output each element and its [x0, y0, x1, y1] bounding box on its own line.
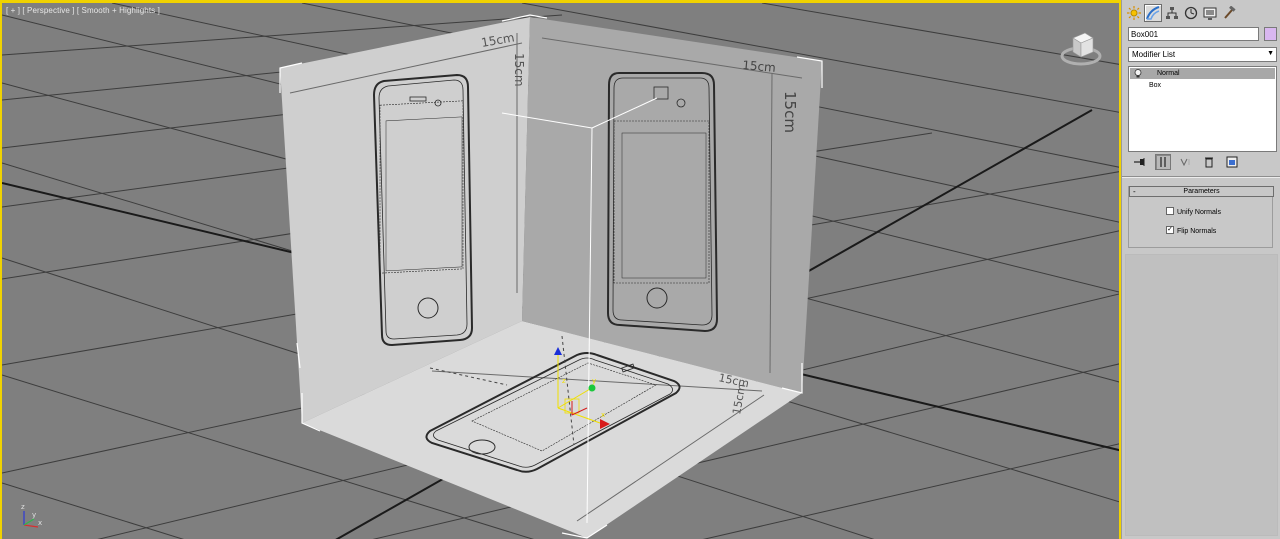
checkbox-unchecked-icon [1166, 207, 1174, 216]
configure-sets-icon [1226, 156, 1238, 168]
viewport-label-menu[interactable]: [ + ] [ Perspective ] [ Smooth + Highlig… [6, 6, 160, 15]
scene-canvas[interactable]: 15cm 15cm 15cm 15cm 15cm 15cm z x y [2, 3, 1121, 539]
checkbox-checked-icon: ✓ [1166, 226, 1174, 235]
configure-modifier-sets-button[interactable] [1224, 154, 1240, 170]
svg-text:z: z [21, 503, 25, 511]
create-tab[interactable] [1125, 4, 1143, 22]
chevron-down-icon: ▼ [1267, 50, 1274, 57]
command-panel-tabs [1125, 4, 1238, 24]
stack-tools [1128, 154, 1277, 170]
parameters-rollout: - Parameters Unify Normals ✓ Flip Normals [1128, 186, 1274, 248]
flip-normals-checkbox[interactable]: ✓ Flip Normals [1166, 226, 1217, 237]
svg-text:z: z [562, 377, 566, 385]
parameters-rollout-header[interactable]: - Parameters [1129, 186, 1274, 197]
show-end-result-icon [1160, 157, 1166, 167]
show-end-result-button[interactable] [1155, 154, 1171, 170]
make-unique-button[interactable] [1178, 154, 1194, 170]
display-tab[interactable] [1201, 4, 1219, 22]
modify-tab[interactable] [1144, 4, 1162, 22]
motion-icon [1184, 6, 1198, 20]
stack-item-box[interactable]: Box [1129, 80, 1276, 91]
panel-empty-area [1125, 254, 1278, 536]
viewcube-icon[interactable] [1060, 28, 1102, 70]
object-color-swatch[interactable] [1264, 27, 1277, 41]
remove-modifier-button[interactable] [1201, 154, 1217, 170]
stack-item-label: Box [1149, 82, 1162, 89]
svg-text:x: x [38, 519, 42, 527]
display-icon [1203, 7, 1217, 20]
perspective-viewport[interactable]: 15cm 15cm 15cm 15cm 15cm 15cm z x y [+ … [0, 0, 1121, 539]
svg-text:y: y [32, 511, 36, 519]
svg-text:x: x [601, 411, 605, 419]
flip-normals-label: Flip Normals [1177, 228, 1217, 235]
parameters-title: Parameters [1183, 188, 1220, 195]
pin-icon [1134, 158, 1145, 166]
object-name-field[interactable] [1128, 27, 1259, 41]
pin-stack-button[interactable] [1132, 154, 1148, 170]
trash-icon [1205, 157, 1213, 168]
modifier-list-dropdown[interactable]: Modifier List ▼ [1128, 47, 1277, 62]
modifier-stack[interactable]: Normal Box [1128, 66, 1277, 152]
stack-item-label: Normal [1157, 70, 1180, 77]
svg-text:y: y [592, 377, 596, 385]
dim-label-left-height: 15cm [512, 53, 526, 87]
hierarchy-tab[interactable] [1163, 4, 1181, 22]
unify-normals-label: Unify Normals [1177, 209, 1221, 216]
create-icon [1127, 6, 1141, 20]
utilities-icon [1224, 6, 1236, 19]
dim-label-right-width: 15cm [742, 58, 777, 75]
make-unique-icon [1180, 158, 1190, 167]
collapse-icon: - [1133, 187, 1136, 196]
command-panel: Modifier List ▼ Normal Box [1121, 0, 1280, 539]
motion-tab[interactable] [1182, 4, 1200, 22]
panel-divider [1122, 176, 1280, 178]
unify-normals-checkbox[interactable]: Unify Normals [1166, 207, 1221, 218]
stack-item-normal[interactable]: Normal [1130, 68, 1275, 79]
modifier-list-label: Modifier List [1132, 50, 1176, 59]
hierarchy-icon [1166, 7, 1178, 19]
axis-tripod-icon: z x y [14, 499, 44, 533]
modify-icon [1146, 6, 1160, 20]
dim-label-right-height: 15cm [781, 91, 799, 133]
utilities-tab[interactable] [1220, 4, 1238, 22]
